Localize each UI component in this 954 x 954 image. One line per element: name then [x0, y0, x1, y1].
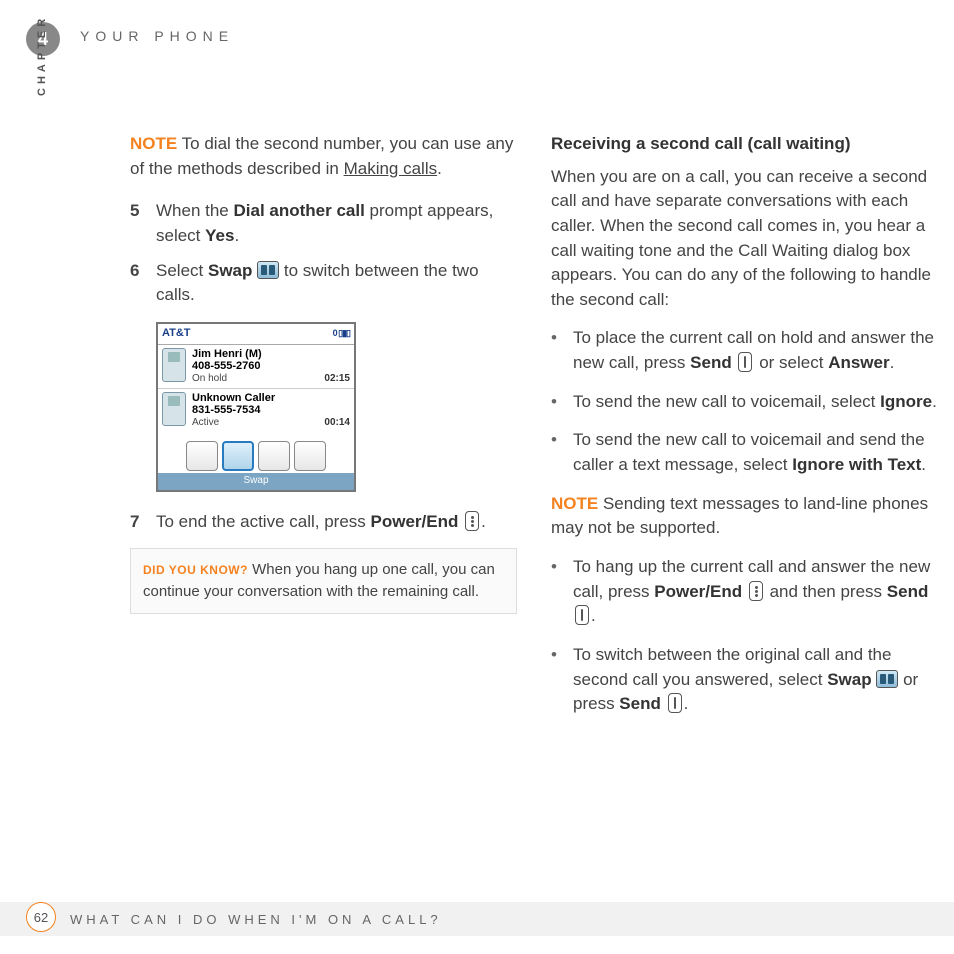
screenshot-selected-label: Swap: [158, 473, 354, 490]
call-time: 02:15: [324, 373, 350, 385]
note-text: To dial the second number, you can use a…: [130, 134, 513, 178]
bullet-marker: •: [551, 428, 573, 477]
phone-screenshot: AT&T 0 ▯▮▯ Jim Henri (M) 408-555-2760 On…: [156, 322, 356, 492]
power-end-key-icon: [749, 581, 763, 601]
send-key-icon: [738, 352, 752, 372]
right-column: Receiving a second call (call waiting) W…: [551, 132, 938, 731]
step-text: When the Dial another call prompt appear…: [156, 199, 517, 248]
screenshot-swap-button: [222, 441, 254, 471]
carrier-label: AT&T: [162, 326, 191, 342]
bullet-1: • To place the current call on hold and …: [551, 326, 938, 375]
did-you-know-label: DID YOU KNOW?: [143, 563, 248, 577]
swap-icon: [876, 670, 898, 688]
screenshot-button: [258, 441, 290, 471]
phone-icon: [162, 392, 186, 426]
bullet-5: • To switch between the original call an…: [551, 643, 938, 717]
call-status: Active: [192, 417, 219, 429]
subheading: Receiving a second call (call waiting): [551, 132, 938, 157]
bullet-marker: •: [551, 555, 573, 629]
note-paragraph-2: NOTE Sending text messages to land-line …: [551, 492, 938, 541]
call-time: 00:14: [324, 417, 350, 429]
step-6: 6 Select Swap to switch between the two …: [130, 259, 517, 308]
send-key-icon: [575, 605, 589, 625]
caller-number: 831-555-7534: [192, 404, 350, 417]
send-key-icon: [668, 693, 682, 713]
call-row-1: Jim Henri (M) 408-555-2760 On hold 02:15: [158, 345, 354, 388]
intro-paragraph: When you are on a call, you can receive …: [551, 165, 938, 313]
note-label: NOTE: [130, 134, 177, 153]
note-paragraph: NOTE To dial the second number, you can …: [130, 132, 517, 181]
footer-text: WHAT CAN I DO WHEN I'M ON A CALL?: [70, 912, 442, 927]
caller-name: Jim Henri (M): [192, 348, 350, 361]
bullet-marker: •: [551, 643, 573, 717]
step-7: 7 To end the active call, press Power/En…: [130, 510, 517, 535]
section-title: YOUR PHONE: [80, 28, 234, 44]
bullet-marker: •: [551, 326, 573, 375]
bullet-marker: •: [551, 390, 573, 415]
caller-name: Unknown Caller: [192, 392, 350, 405]
did-you-know-box: DID YOU KNOW? When you hang up one call,…: [130, 548, 517, 614]
step-number: 7: [130, 510, 156, 535]
note-text: Sending text messages to land-line phone…: [551, 494, 928, 538]
page-number-badge: 62: [26, 902, 56, 932]
swap-icon: [257, 261, 279, 279]
bullet-3: • To send the new call to voicemail and …: [551, 428, 938, 477]
power-end-key-icon: [465, 511, 479, 531]
step-text: Select Swap to switch between the two ca…: [156, 259, 517, 308]
footer-bar: WHAT CAN I DO WHEN I'M ON A CALL?: [0, 902, 954, 936]
step-number: 5: [130, 199, 156, 248]
signal-icons: 0 ▯▮▯: [333, 327, 350, 340]
phone-icon: [162, 348, 186, 382]
bullet-4: • To hang up the current call and answer…: [551, 555, 938, 629]
chapter-side-label: CHAPTER: [36, 15, 48, 96]
step-number: 6: [130, 259, 156, 308]
screenshot-button: [294, 441, 326, 471]
bullet-2: • To send the new call to voicemail, sel…: [551, 390, 938, 415]
step-text: To end the active call, press Power/End …: [156, 510, 517, 535]
making-calls-link[interactable]: Making calls: [344, 159, 438, 178]
call-status: On hold: [192, 373, 227, 385]
caller-number: 408-555-2760: [192, 360, 350, 373]
left-column: NOTE To dial the second number, you can …: [130, 132, 517, 731]
note-label: NOTE: [551, 494, 598, 513]
call-row-2: Unknown Caller 831-555-7534 Active 00:14: [158, 388, 354, 432]
screenshot-button: [186, 441, 218, 471]
step-5: 5 When the Dial another call prompt appe…: [130, 199, 517, 248]
